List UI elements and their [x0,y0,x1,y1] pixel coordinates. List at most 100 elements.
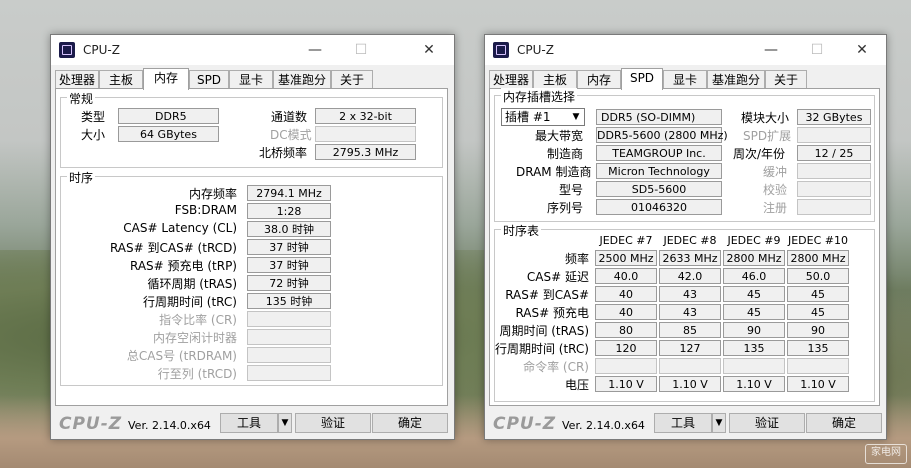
timing-value: 37 时钟 [247,239,331,255]
cpuz-logo: CPU-Z [493,414,557,434]
manufacturer-label: 制造商 [547,147,584,161]
module-size-label: 模块大小 [741,111,790,125]
checksum-value [797,181,871,197]
spd-panel: 内存插槽选择 插槽 #1 ▼ DDR5 (SO-DIMM) 模块大小 32 GB… [489,88,880,406]
bottom-bar: CPU-Z Ver. 2.14.0.x64 工具 ▼ 验证 确定 [485,409,886,439]
model-value: SD5-5600 [596,181,722,197]
timing-value: 1:28 [247,203,331,219]
timing-cell: 43 [659,286,721,302]
title-bar[interactable]: CPU-Z — ☐ ✕ [51,35,454,65]
timing-value [247,311,331,327]
tab-about[interactable]: 关于 [765,70,807,88]
timing-label: RAS# 到CAS# (tRCD) [109,241,237,255]
timing-label: 行至列 (tRCD) [157,367,237,381]
timing-cell: 1.10 V [723,376,785,392]
slot-group: 内存插槽选择 插槽 #1 ▼ DDR5 (SO-DIMM) 模块大小 32 GB… [494,88,875,222]
tab-graphics[interactable]: 显卡 [229,70,273,88]
tab-processor[interactable]: 处理器 [489,70,533,88]
column-header: JEDEC #9 [727,234,781,247]
timing-label: 总CAS号 (tRDRAM) [126,349,237,363]
tools-dropdown-arrow[interactable]: ▼ [278,413,292,433]
slot-select-value: 插槽 #1 [505,110,551,124]
tab-spd[interactable]: SPD [189,70,229,88]
cpuz-window-memory: CPU-Z — ☐ ✕ 处理器 主板 内存 SPD 显卡 基准跑分 关于 常规 … [50,34,455,440]
slot-group-title: 内存插槽选择 [501,88,578,105]
tab-mainboard[interactable]: 主板 [99,70,143,88]
close-button[interactable]: ✕ [840,37,884,63]
timing-cell: 90 [787,322,849,338]
timing-cell: 90 [723,322,785,338]
timing-cell: 1.10 V [595,376,657,392]
timing-row-label: 命令率 (CR) [523,360,589,374]
buffer-value [797,163,871,179]
slot-select[interactable]: 插槽 #1 ▼ [501,108,585,126]
spd-ext-label: SPD扩展 [743,129,792,143]
timing-group: 时序 内存频率 2794.1 MHz FSB:DRAM 1:28 CAS# Latenc… [60,169,443,386]
tools-dropdown-arrow[interactable]: ▼ [712,413,726,433]
validate-button[interactable]: 验证 [729,413,805,433]
validate-button[interactable]: 验证 [295,413,371,433]
timing-table-group: 时序表 JEDEC #7 JEDEC #8 JEDEC #9 JEDEC #10… [494,222,875,402]
title-bar[interactable]: CPU-Z — ☐ ✕ [485,35,886,65]
timing-cell [723,358,785,374]
timing-cell: 40 [595,304,657,320]
timing-cell: 45 [723,304,785,320]
maximize-button[interactable]: ☐ [795,37,839,63]
ok-button[interactable]: 确定 [806,413,882,433]
channels-value: 2 x 32-bit [315,108,416,124]
timing-cell: 2633 MHz [659,250,721,266]
timing-cell: 120 [595,340,657,356]
timing-label: 指令比率 (CR) [159,313,237,327]
tab-graphics[interactable]: 显卡 [663,70,707,88]
tab-bench[interactable]: 基准跑分 [273,70,331,88]
tab-processor[interactable]: 处理器 [55,70,99,88]
type-label: 类型 [81,110,106,124]
timing-value [247,347,331,363]
tools-button[interactable]: 工具 [220,413,278,433]
tab-mainboard[interactable]: 主板 [533,70,577,88]
timing-cell: 135 [787,340,849,356]
timing-row-label: 行周期时间 (tRC) [494,342,589,356]
tools-button[interactable]: 工具 [654,413,712,433]
minimize-button[interactable]: — [293,37,337,63]
timing-label: CAS# Latency (CL) [123,221,237,235]
timing-cell: 2800 MHz [787,250,849,266]
type-value: DDR5 [118,108,219,124]
tab-bench[interactable]: 基准跑分 [707,70,765,88]
max-bandwidth-value: DDR5-5600 (2800 MHz) [596,127,728,143]
memory-panel: 常规 类型 DDR5 大小 64 GBytes 通道数 2 x 32-bit D… [55,88,448,406]
timing-value: 37 时钟 [247,257,331,273]
minimize-button[interactable]: — [749,37,793,63]
timing-cell: 1.10 V [659,376,721,392]
dram-manufacturer-label: DRAM 制造商 [516,165,592,179]
tab-memory[interactable]: 内存 [577,70,621,88]
timing-row-label: CAS# 延迟 [526,270,589,284]
dram-manufacturer-value: Micron Technology [596,163,722,179]
size-value: 64 GBytes [118,126,219,142]
timing-cell: 40.0 [595,268,657,284]
timing-label: 内存频率 [188,187,237,201]
cpuz-logo: CPU-Z [59,414,123,434]
version-label: Ver. 2.14.0.x64 [562,419,645,432]
timing-row-label: 电压 [564,378,589,392]
week-year-value: 12 / 25 [797,145,871,161]
dc-mode-label: DC模式 [270,128,312,142]
timing-cell: 127 [659,340,721,356]
timing-cell [787,358,849,374]
tab-spd[interactable]: SPD [621,68,663,90]
timing-value [247,329,331,345]
timing-row-label: RAS# 到CAS# [505,288,589,302]
ok-button[interactable]: 确定 [372,413,448,433]
timing-cell: 40 [595,286,657,302]
registered-value [797,199,871,215]
timing-value: 72 时钟 [247,275,331,291]
model-label: 型号 [559,183,584,197]
tab-memory[interactable]: 内存 [143,68,189,90]
close-button[interactable]: ✕ [407,37,451,63]
timing-label: 内存空闲计时器 [152,331,237,345]
timing-cell [659,358,721,374]
timing-cell: 43 [659,304,721,320]
tab-about[interactable]: 关于 [331,70,373,88]
maximize-button[interactable]: ☐ [339,37,383,63]
timing-cell: 42.0 [659,268,721,284]
